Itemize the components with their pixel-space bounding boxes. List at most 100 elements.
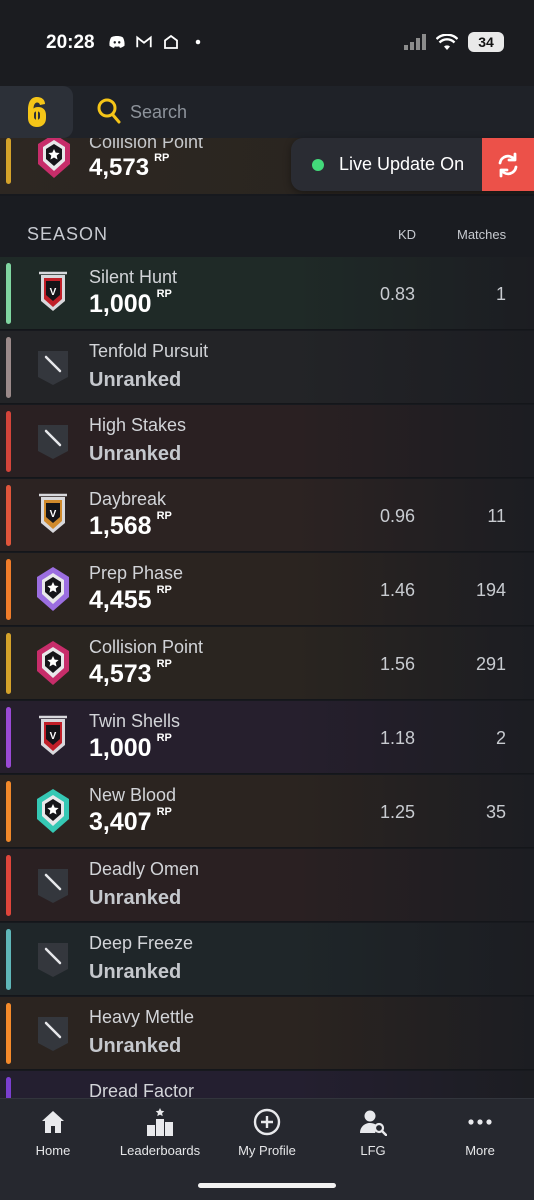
season-name: Prep Phase <box>89 563 184 583</box>
rank-points: 4,455 RP <box>89 584 172 615</box>
season-row[interactable]: High Stakes Unranked <box>0 405 534 478</box>
search-input[interactable] <box>130 98 510 126</box>
refresh-icon <box>498 152 518 177</box>
row-accent-bar <box>6 929 11 990</box>
row-accent-bar <box>6 633 11 694</box>
matches-value: 11 <box>487 506 506 526</box>
row-accent-bar <box>6 559 11 620</box>
nav-label: My Profile <box>238 1143 296 1158</box>
rank-status: Unranked <box>89 443 182 465</box>
nav-my-profile[interactable]: My Profile <box>214 1107 320 1163</box>
season-name: Tenfold Pursuit <box>89 341 209 361</box>
dot-icon <box>195 39 201 45</box>
row-accent-bar <box>6 263 11 324</box>
season-name: Collision Point <box>89 138 204 152</box>
kd-value: 1.25 <box>379 802 415 822</box>
rank-points: 4,573 RP <box>89 152 170 182</box>
season-row[interactable]: Deadly Omen Unranked <box>0 849 534 922</box>
matches-value: 1 <box>495 284 506 304</box>
copper-v-badge-icon: V <box>39 715 67 755</box>
rank-status: Unranked <box>89 887 182 909</box>
copper-v-badge-icon: V <box>39 271 67 311</box>
svg-text:V: V <box>50 287 57 298</box>
rp-unit: RP <box>156 584 172 596</box>
row-accent-bar <box>6 781 11 842</box>
live-update-toggle[interactable]: Live Update On <box>291 138 534 191</box>
season-name: Heavy Mettle <box>89 1007 195 1027</box>
unranked-badge-icon <box>38 351 68 385</box>
unranked-badge-icon <box>38 425 68 459</box>
rank-points: 1,000 RP <box>89 732 172 763</box>
season-name: New Blood <box>89 785 177 805</box>
rainbow-six-logo-icon <box>27 97 46 127</box>
nav-lfg[interactable]: LFG <box>320 1107 426 1163</box>
rank-points-value: 1,000 <box>89 290 152 318</box>
status-bar: 20:28 34 <box>0 0 534 86</box>
diamond-badge-icon <box>37 567 69 611</box>
rank-status: Unranked <box>89 369 182 391</box>
season-heading: SEASON <box>27 224 109 244</box>
nav-more[interactable]: More <box>427 1107 533 1163</box>
nav-label: Leaderboards <box>119 1143 201 1158</box>
season-row[interactable]: V Twin Shells 1,000 RP 1.18 2 <box>0 701 534 774</box>
rp-unit: RP <box>154 152 170 164</box>
rank-status: Unranked <box>89 1035 182 1057</box>
season-name: Silent Hunt <box>89 267 178 287</box>
row-accent-bar <box>6 411 11 472</box>
signal-icon <box>404 34 426 50</box>
app-logo-button[interactable] <box>0 86 73 138</box>
search-icon[interactable] <box>96 97 122 125</box>
row-accent-bar <box>6 485 11 546</box>
home-indicator <box>198 1183 336 1188</box>
season-name: Daybreak <box>89 489 167 509</box>
bronze-v-badge-icon: V <box>39 493 67 533</box>
rp-unit: RP <box>156 806 172 818</box>
notification-icons <box>108 33 207 51</box>
season-name: Deep Freeze <box>89 933 194 953</box>
svg-text:V: V <box>50 509 57 520</box>
rp-unit: RP <box>156 658 172 670</box>
season-name: High Stakes <box>89 415 187 435</box>
rank-points: 4,573 RP <box>89 658 172 689</box>
rp-unit: RP <box>156 510 172 522</box>
kd-value: 0.96 <box>379 506 415 526</box>
season-row[interactable]: V Daybreak 1,568 RP 0.96 11 <box>0 479 534 552</box>
system-status: 34 <box>404 32 504 52</box>
season-row[interactable]: Prep Phase 4,455 RP 1.46 194 <box>0 553 534 626</box>
emerald-badge-icon <box>37 789 69 833</box>
kd-value: 1.46 <box>379 580 415 600</box>
user-search-icon <box>360 1110 387 1136</box>
rank-points-value: 1,568 <box>89 512 152 540</box>
matches-value: 35 <box>485 802 506 822</box>
row-accent-bar <box>6 855 11 916</box>
unranked-badge-icon <box>38 1017 68 1051</box>
rp-unit: RP <box>156 732 172 744</box>
season-row[interactable]: Tenfold Pursuit Unranked <box>0 331 534 404</box>
season-row[interactable]: Deep Freeze Unranked <box>0 923 534 996</box>
rank-points-value: 3,407 <box>89 808 152 836</box>
rank-status: Unranked <box>89 961 182 983</box>
season-row[interactable]: Collision Point 4,573 RP 1.56 291 <box>0 627 534 700</box>
row-accent-bar <box>6 337 11 398</box>
podium-icon <box>147 1108 173 1136</box>
nav-label: LFG <box>360 1143 386 1158</box>
plus-circle-icon <box>253 1108 281 1136</box>
column-header-kd: KD <box>398 227 417 242</box>
nav-leaderboards[interactable]: Leaderboards <box>107 1107 213 1163</box>
app-header <box>0 86 534 138</box>
row-accent-bar <box>6 1003 11 1064</box>
season-row[interactable]: Heavy Mettle Unranked <box>0 997 534 1070</box>
nav-home[interactable]: Home <box>0 1107 106 1163</box>
discord-icon <box>109 36 125 48</box>
season-name: Collision Point <box>89 637 204 657</box>
champion-badge-icon <box>38 138 70 178</box>
row-accent-bar <box>6 138 11 184</box>
column-header-matches: Matches <box>457 227 507 242</box>
season-name: Twin Shells <box>89 711 181 731</box>
rank-points-value: 4,455 <box>89 586 152 614</box>
rank-points-value: 1,000 <box>89 734 152 762</box>
refresh-button[interactable] <box>482 138 534 191</box>
wifi-icon <box>436 34 458 50</box>
season-row[interactable]: V Silent Hunt 1,000 RP 0.83 1 <box>0 257 534 330</box>
season-row[interactable]: New Blood 3,407 RP 1.25 35 <box>0 775 534 848</box>
